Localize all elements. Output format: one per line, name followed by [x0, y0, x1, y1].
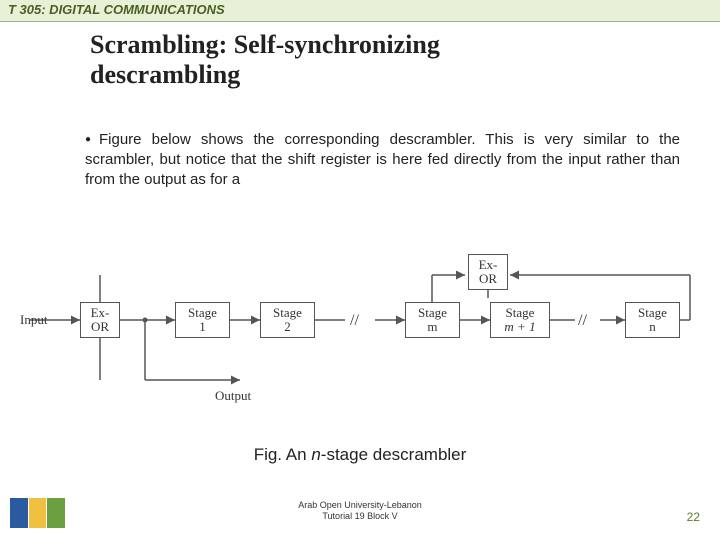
figure-caption: Fig. An n-stage descrambler — [0, 445, 720, 465]
footer-text: Arab Open University-Lebanon Tutorial 19… — [0, 500, 720, 522]
caption-suffix: -stage descrambler — [321, 445, 467, 464]
stage-2-block: Stage 2 — [260, 302, 315, 338]
output-label: Output — [215, 388, 251, 404]
bullet-content: Figure below shows the corresponding des… — [85, 131, 680, 189]
stage-m1-line1: Stage — [504, 306, 535, 320]
stage-1-block: Stage 1 — [175, 302, 230, 338]
stage-n-block: Stage n — [625, 302, 680, 338]
footer-line-2: Tutorial 19 Block V — [322, 511, 397, 521]
break-2: // — [578, 312, 587, 330]
exor-left-block: Ex- OR — [80, 302, 120, 338]
descrambler-diagram: Input Ex- OR Ex- OR Stage 1 Stage 2 // S… — [20, 250, 700, 420]
title-line-1: Scrambling: Self-synchronizing — [90, 30, 440, 59]
stage-m-block: Stage m — [405, 302, 460, 338]
stage-m1-line2: m + 1 — [504, 320, 535, 334]
title-line-2: descrambling — [90, 60, 240, 89]
caption-prefix: Fig. An — [254, 445, 312, 464]
caption-n: n — [311, 445, 320, 464]
page-number: 22 — [687, 510, 700, 524]
course-header: T 305: DIGITAL COMMUNICATIONS — [0, 0, 720, 22]
stage-m1-block: Stage m + 1 — [490, 302, 550, 338]
body-paragraph: ●Figure below shows the corresponding de… — [85, 130, 680, 191]
slide-title: Scrambling: Self-synchronizing descrambl… — [90, 30, 720, 90]
bullet-icon: ● — [85, 134, 97, 145]
break-1: // — [350, 312, 359, 330]
exor-top-block: Ex- OR — [468, 254, 508, 290]
input-label: Input — [20, 312, 47, 328]
diagram-final — [20, 250, 700, 420]
footer-line-1: Arab Open University-Lebanon — [298, 500, 422, 510]
